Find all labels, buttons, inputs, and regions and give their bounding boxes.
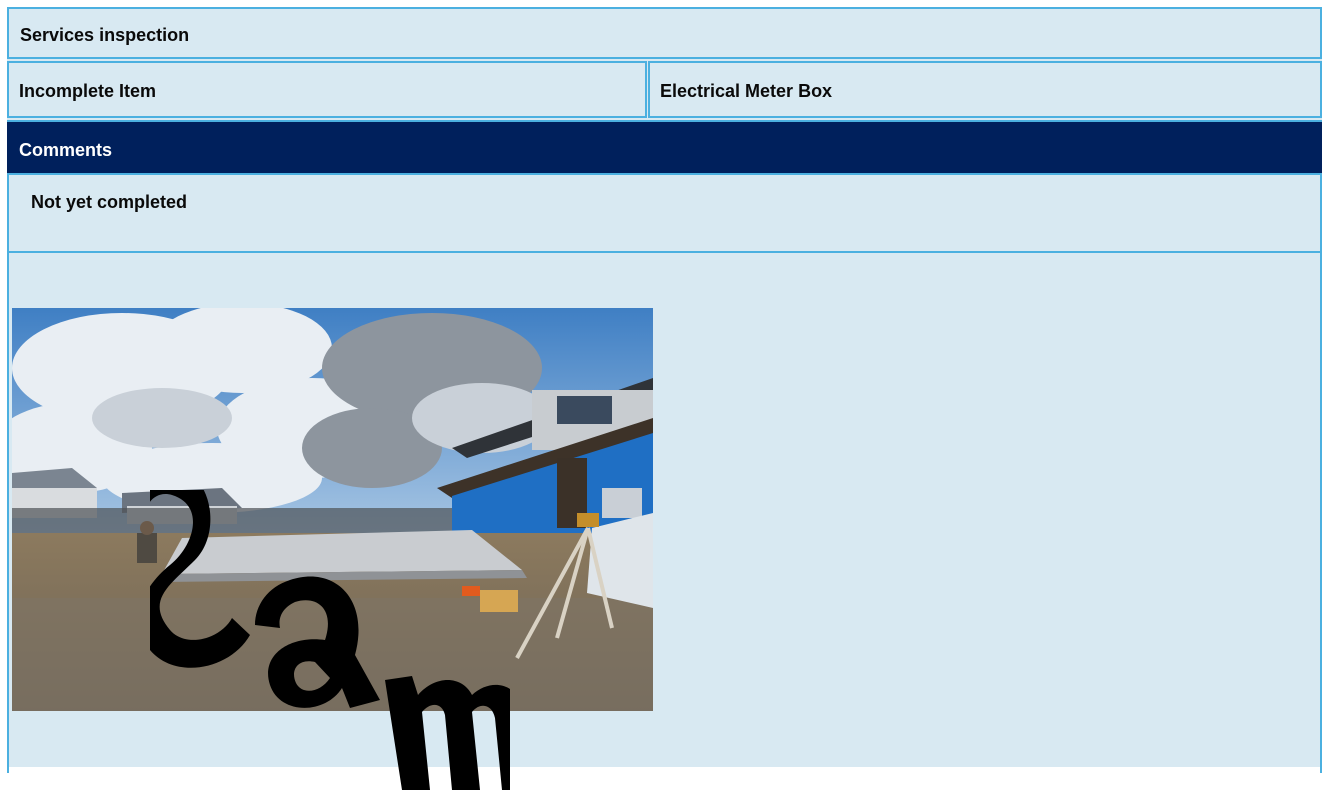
- inspection-report-panel: Services inspection Incomplete Item Elec…: [7, 7, 1322, 773]
- item-label-cell: Incomplete Item: [7, 61, 647, 118]
- comments-header: Comments: [7, 120, 1322, 175]
- item-value-cell: Electrical Meter Box: [648, 61, 1322, 118]
- section-title-row: Services inspection: [7, 7, 1322, 59]
- photo-row: [7, 253, 1322, 773]
- item-row: Incomplete Item Electrical Meter Box: [7, 61, 1322, 118]
- comments-heading: Comments: [19, 140, 113, 160]
- item-label: Incomplete Item: [19, 81, 157, 101]
- item-value: Electrical Meter Box: [660, 81, 833, 101]
- construction-site-photo[interactable]: [12, 308, 653, 711]
- comments-body: Not yet completed: [7, 175, 1322, 253]
- section-title: Services inspection: [20, 25, 190, 45]
- comment-text: Not yet completed: [31, 192, 188, 212]
